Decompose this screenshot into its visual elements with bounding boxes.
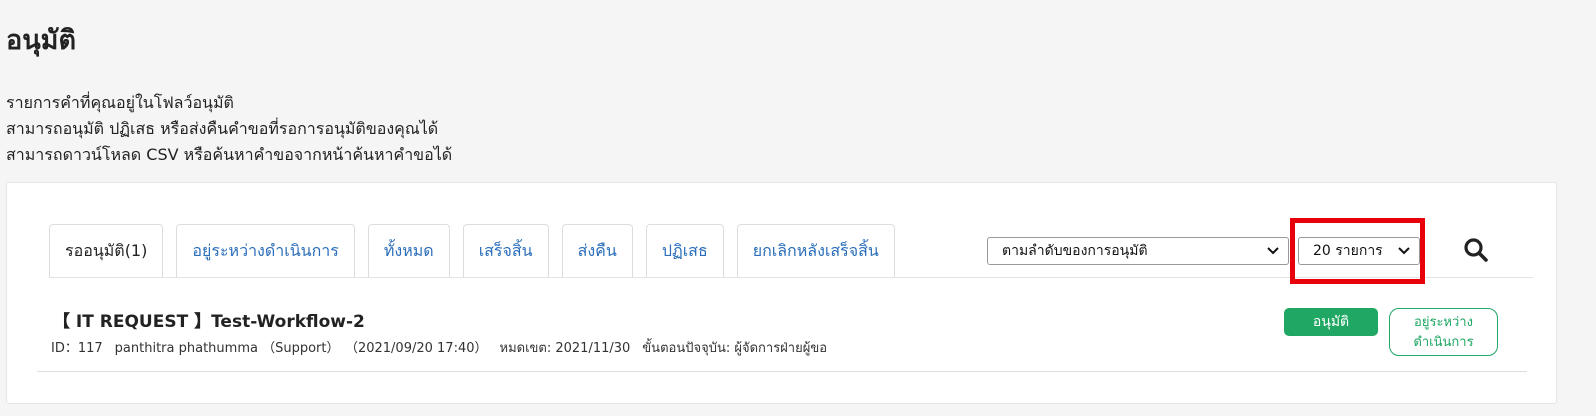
tab-pending[interactable]: รออนุมัติ(1) bbox=[49, 224, 164, 278]
description-line: สามารถอนุมัติ ปฏิเสธ หรือส่งคืนคำขอที่รอ… bbox=[6, 119, 439, 138]
sort-order-select[interactable]: ตามลำดับของการอนุมัติ bbox=[987, 237, 1289, 265]
requester-name: panthitra phathumma （Support） bbox=[114, 341, 340, 356]
row-divider bbox=[37, 371, 1527, 372]
in-progress-label-line1: อยู่ระหว่าง bbox=[1414, 315, 1473, 330]
request-id: ID：117 bbox=[51, 341, 103, 356]
tabs-divider bbox=[49, 277, 1533, 278]
page-size-value: 20 รายการ bbox=[1313, 243, 1383, 259]
deadline: หมดเขต: 2021/11/30 bbox=[499, 341, 631, 356]
tab-completed[interactable]: เสร็จสิ้น bbox=[462, 224, 549, 278]
request-title[interactable]: 【 IT REQUEST 】Test-Workflow-2 bbox=[53, 307, 365, 332]
in-progress-button[interactable]: อยู่ระหว่าง ดำเนินการ bbox=[1389, 308, 1498, 356]
status-tabs: รออนุมัติ(1) อยู่ระหว่างดำเนินการ ทั้งหม… bbox=[49, 224, 908, 278]
chevron-down-icon bbox=[1267, 247, 1279, 255]
tab-all[interactable]: ทั้งหมด bbox=[367, 224, 450, 278]
tab-rejected[interactable]: ปฏิเสธ bbox=[645, 224, 724, 278]
chevron-down-icon bbox=[1398, 247, 1410, 255]
in-progress-label-line2: ดำเนินการ bbox=[1413, 335, 1474, 350]
current-step: ขั้นตอนปัจจุบัน: ผู้จัดการฝ่ายผู้ขอ bbox=[642, 341, 828, 356]
page-title: อนุมัติ bbox=[6, 25, 77, 56]
description-line: สามารถดาวน์โหลด CSV หรือค้นหาคำขอจากหน้า… bbox=[6, 145, 453, 164]
description-line: รายการคำที่คุณอยู่ในโฟลว์อนุมัติ bbox=[6, 93, 234, 112]
tab-cancelled-after-completion[interactable]: ยกเลิกหลังเสร็จสิ้น bbox=[736, 224, 895, 278]
search-icon[interactable] bbox=[1463, 237, 1489, 263]
sort-order-value: ตามลำดับของการอนุมัติ bbox=[1002, 243, 1148, 259]
page-size-select[interactable]: 20 รายการ bbox=[1298, 237, 1420, 265]
request-meta: ID：117 panthitra phathumma （Support） （2021… bbox=[51, 337, 839, 358]
approval-panel: รออนุมัติ(1) อยู่ระหว่างดำเนินการ ทั้งหม… bbox=[6, 182, 1557, 404]
tab-returned[interactable]: ส่งคืน bbox=[561, 224, 633, 278]
submitted-datetime: （2021/09/20 17:40） bbox=[351, 341, 488, 356]
page-description: รายการคำที่คุณอยู่ในโฟลว์อนุมัติ สามารถอ… bbox=[6, 90, 452, 168]
tab-in-progress[interactable]: อยู่ระหว่างดำเนินการ bbox=[176, 224, 355, 278]
approve-button[interactable]: อนุมัติ bbox=[1284, 308, 1378, 336]
